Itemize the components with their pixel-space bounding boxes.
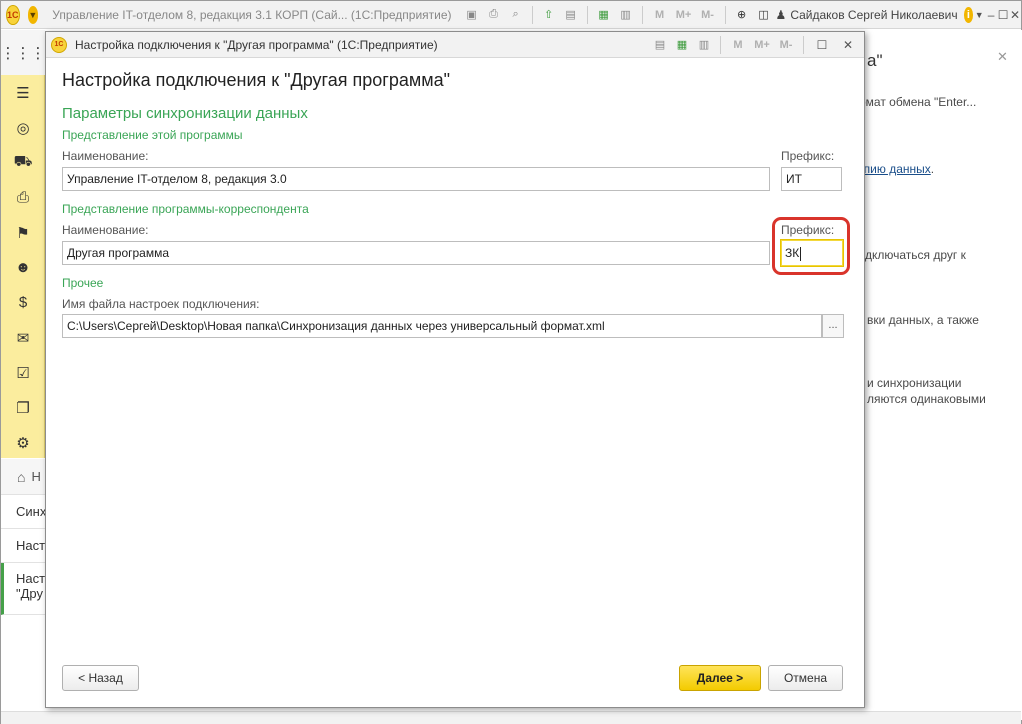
dialog-heading: Настройка подключения к "Другая программ… bbox=[62, 70, 450, 90]
sections-sidebar: ⋮⋮⋮ ☰ ◎ ⛟ ⎙ ⚑ ☻ $ ✉ ☑ ❐ ⚙ bbox=[1, 30, 46, 460]
attach-icon[interactable]: ▤ bbox=[652, 37, 668, 53]
status-strip bbox=[1, 711, 1021, 724]
toolbar-divider bbox=[803, 35, 804, 54]
toolbar-divider bbox=[531, 5, 533, 24]
calendar-icon[interactable]: ▥ bbox=[618, 7, 634, 23]
open-windows-panel: ⌂ Н Синх Наст Наст "Дру bbox=[1, 459, 45, 615]
maximize-icon[interactable]: ☐ bbox=[997, 8, 1009, 22]
toolbar-divider bbox=[724, 5, 726, 24]
this-program-name-label: Наименование: bbox=[62, 149, 149, 163]
truck-icon[interactable]: ⛟ bbox=[1, 145, 45, 180]
this-program-name-field[interactable]: Управление IT-отделом 8, редакция 3.0 bbox=[62, 167, 770, 191]
memory-button[interactable]: M bbox=[651, 9, 669, 21]
background-link-row: опию данных. bbox=[857, 162, 934, 176]
connection-setup-dialog: 1С Настройка подключения к "Другая прогр… bbox=[45, 31, 865, 708]
upload-icon[interactable]: ⇧ bbox=[541, 7, 557, 23]
logo-1c-icon: 1С bbox=[6, 4, 20, 25]
background-link[interactable]: опию данных bbox=[857, 162, 931, 176]
home-icon: ⌂ bbox=[17, 468, 26, 485]
open-window-item[interactable]: Синх bbox=[1, 495, 45, 529]
this-program-prefix-field[interactable]: ИТ bbox=[781, 167, 842, 191]
menu-dropdown-icon[interactable]: ▼ bbox=[973, 10, 985, 20]
back-button[interactable]: < Назад bbox=[62, 665, 139, 691]
background-text: дключаться друг к bbox=[865, 248, 966, 262]
toolbar-divider bbox=[641, 5, 643, 24]
settings-icon[interactable]: ⚙ bbox=[1, 425, 45, 460]
lifebuoy-icon[interactable]: ◎ bbox=[1, 110, 45, 145]
background-close-icon[interactable]: ✕ bbox=[997, 49, 1008, 65]
background-heading: а" bbox=[867, 51, 883, 70]
logo-1c-icon: 1С bbox=[51, 36, 67, 53]
section-title: Параметры синхронизации данных bbox=[62, 105, 308, 122]
correspondent-subtitle: Представление программы-корреспондента bbox=[62, 202, 309, 216]
printer-icon[interactable]: ⎙ bbox=[1, 180, 45, 215]
calculator-icon[interactable]: ▦ bbox=[674, 37, 690, 53]
correspondent-name-label: Наименование: bbox=[62, 223, 149, 237]
calendar-check-icon[interactable]: ☑ bbox=[1, 355, 45, 390]
print-icon[interactable]: ⎙ bbox=[486, 7, 502, 23]
memory-button[interactable]: M bbox=[729, 39, 747, 51]
documents-icon[interactable]: ❐ bbox=[1, 390, 45, 425]
open-window-item[interactable]: Наст bbox=[1, 529, 45, 563]
select-file-button[interactable]: ... bbox=[822, 314, 844, 338]
settings-file-label: Имя файла настроек подключения: bbox=[62, 297, 260, 311]
toolbar-divider bbox=[720, 35, 721, 54]
attach-icon[interactable]: ▤ bbox=[563, 7, 579, 23]
background-form bbox=[867, 30, 1022, 720]
correspondent-name-field[interactable]: Другая программа bbox=[62, 241, 770, 265]
money-bag-icon[interactable]: $ bbox=[1, 285, 45, 320]
close-icon[interactable]: ✕ bbox=[1009, 8, 1021, 22]
users-icon[interactable]: ☻ bbox=[1, 250, 45, 285]
highlight-frame bbox=[772, 217, 850, 275]
background-text: рмат обмена "Enter... bbox=[859, 95, 977, 109]
calendar-icon[interactable]: ▥ bbox=[696, 37, 712, 53]
checkered-flag-icon[interactable]: ⚑ bbox=[1, 215, 45, 250]
envelope-icon[interactable]: ✉ bbox=[1, 320, 45, 355]
toolbar-divider bbox=[586, 5, 588, 24]
info-icon[interactable]: i bbox=[963, 6, 974, 23]
background-link-suffix: . bbox=[930, 162, 935, 176]
user-name: Сайдаков Сергей Николаевич bbox=[790, 7, 958, 22]
minimize-icon[interactable]: – bbox=[985, 8, 997, 22]
background-text: и синхронизации bbox=[867, 376, 962, 390]
memory-minus-button[interactable]: M- bbox=[699, 9, 717, 21]
save-icon[interactable]: ▣ bbox=[464, 7, 480, 23]
this-program-prefix-label: Префикс: bbox=[781, 149, 835, 163]
close-icon[interactable]: ✕ bbox=[838, 38, 858, 52]
next-button[interactable]: Далее > bbox=[679, 665, 761, 691]
dialog-window-title: Настройка подключения к "Другая программ… bbox=[75, 37, 438, 52]
settings-file-field[interactable]: C:\Users\Сергей\Desktop\Новая папка\Синх… bbox=[62, 314, 822, 338]
main-menu-dropdown-icon[interactable]: ▼ bbox=[27, 5, 39, 24]
all-functions-grid-icon[interactable]: ⋮⋮⋮ bbox=[1, 30, 46, 75]
user-block[interactable]: ♟ Сайдаков Сергей Николаевич bbox=[776, 8, 958, 22]
user-icon: ♟ bbox=[775, 7, 787, 22]
open-window-item-active[interactable]: Наст "Дру bbox=[1, 563, 45, 615]
zoom-icon[interactable]: ⊕ bbox=[734, 7, 750, 23]
preview-icon[interactable]: ⌕ bbox=[508, 7, 524, 23]
dialog-titlebar: 1С Настройка подключения к "Другая прогр… bbox=[46, 32, 864, 58]
cancel-button[interactable]: Отмена bbox=[768, 665, 843, 691]
calculator-icon[interactable]: ▦ bbox=[596, 7, 612, 23]
panel-layout-icon[interactable]: ◫ bbox=[756, 7, 772, 23]
background-text: вки данных, а также bbox=[867, 313, 979, 327]
background-text: ляются одинаковыми bbox=[867, 392, 986, 406]
memory-plus-button[interactable]: M+ bbox=[675, 9, 693, 21]
maximize-icon[interactable]: ☐ bbox=[812, 38, 832, 52]
memory-plus-button[interactable]: M+ bbox=[753, 39, 771, 51]
main-menu-icon[interactable]: ☰ bbox=[1, 75, 45, 110]
other-subtitle: Прочее bbox=[62, 276, 104, 290]
app-title: Управление IT-отделом 8, редакция 3.1 КО… bbox=[52, 7, 452, 22]
app-titlebar: 1С ▼ Управление IT-отделом 8, редакция 3… bbox=[1, 1, 1021, 29]
memory-minus-button[interactable]: M- bbox=[777, 39, 795, 51]
home-tab[interactable]: ⌂ Н bbox=[1, 459, 45, 495]
this-program-subtitle: Представление этой программы bbox=[62, 128, 243, 142]
home-label: Н bbox=[31, 469, 41, 484]
open-window-label: Наст bbox=[16, 571, 45, 586]
open-window-label: "Дру bbox=[16, 586, 44, 601]
